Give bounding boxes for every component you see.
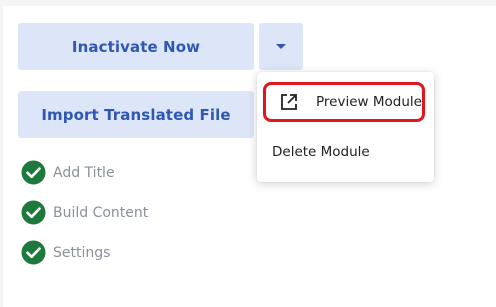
menu-item-delete-module[interactable]: Delete Module: [272, 141, 370, 160]
left-edge: [0, 6, 3, 307]
actions-dropdown-menu: Preview Module Delete Module: [257, 72, 434, 182]
menu-item-preview-module[interactable]: Preview Module: [263, 82, 425, 122]
top-strip: [0, 0, 496, 6]
menu-item-preview-label: Preview Module: [316, 94, 422, 110]
menu-item-delete-label: Delete Module: [272, 144, 370, 160]
step-label: Add Title: [53, 164, 115, 181]
step-settings: Settings: [21, 240, 110, 265]
more-actions-dropdown-button[interactable]: [259, 23, 303, 70]
import-translated-file-button[interactable]: Import Translated File: [18, 91, 254, 138]
step-build-content: Build Content: [21, 200, 148, 225]
external-link-icon: [280, 93, 298, 111]
caret-down-icon: [276, 44, 286, 49]
import-translated-file-label: Import Translated File: [41, 105, 231, 124]
check-circle-icon: [21, 160, 46, 185]
step-label: Build Content: [53, 204, 149, 221]
inactivate-now-label: Inactivate Now: [71, 37, 201, 56]
check-circle-icon: [21, 240, 46, 265]
check-circle-icon: [21, 200, 46, 225]
step-label: Settings: [53, 244, 111, 261]
step-add-title: Add Title: [21, 160, 115, 185]
inactivate-now-button[interactable]: Inactivate Now: [18, 23, 254, 70]
